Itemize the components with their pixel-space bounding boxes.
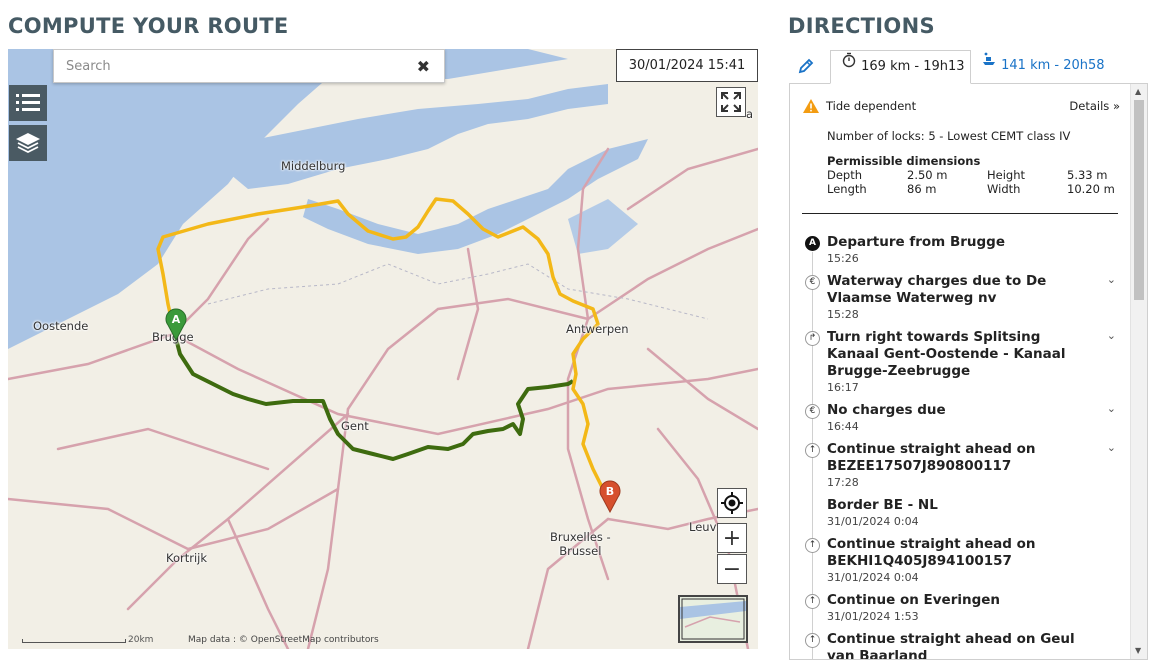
chevron-down-icon[interactable]: ⌄: [1107, 441, 1116, 454]
map-label-middelburg: Middelburg: [281, 159, 346, 173]
turn-right-icon: ↱: [805, 331, 820, 346]
step-time: 15:28: [827, 308, 859, 321]
locate-icon[interactable]: [717, 488, 747, 518]
step-title: Waterway charges due to De Vlaamse Water…: [827, 273, 1047, 306]
dimensions-title: Permissible dimensions: [827, 154, 981, 168]
step-title: Border BE - NL: [827, 497, 938, 513]
details-toggle[interactable]: Details »: [1069, 99, 1120, 113]
map-label-kortrijk: Kortrijk: [166, 551, 208, 565]
step-time: 31/01/2024 0:04: [827, 515, 919, 528]
list-icon[interactable]: [9, 85, 47, 121]
chevron-down-icon[interactable]: ⌄: [1107, 329, 1116, 342]
marker-b[interactable]: B: [598, 479, 622, 514]
marker-a[interactable]: A: [164, 307, 188, 342]
dim-value: 86 m: [907, 182, 937, 196]
map-label-bruxelles: Bruxelles - Brussel: [550, 530, 611, 558]
map-label-edge: a: [746, 107, 754, 121]
step-title: Continue straight ahead on BEZEE17507J89…: [827, 441, 1036, 474]
step-title: Continue straight ahead on Geul van Baar…: [827, 631, 1075, 660]
details-label: Details: [1069, 99, 1110, 113]
step-time: 31/01/2024 0:04: [827, 571, 919, 584]
no-charge-icon: €: [805, 404, 820, 419]
dim-label: Height: [987, 168, 1026, 182]
map-label-leuven: Leuv: [689, 520, 717, 534]
scroll-down-icon[interactable]: ▼: [1135, 646, 1141, 655]
marker-b-label: B: [606, 485, 614, 498]
layers-icon[interactable]: [9, 125, 47, 161]
step-time: 31/01/2024 1:53: [827, 610, 919, 623]
euro-icon: €: [805, 275, 820, 290]
dim-value: 2.50 m: [907, 168, 948, 182]
dim-value: 10.20 m: [1067, 182, 1115, 196]
arrow-up-icon: ↑: [805, 443, 820, 458]
scrollbar[interactable]: ▲ ▼: [1130, 84, 1147, 659]
step-title: Departure from Brugge: [827, 234, 1005, 250]
minimap-icon[interactable]: [678, 595, 748, 643]
search-box: ✖: [53, 49, 445, 83]
step-title: Turn right towards Splitsing Kanaal Gent…: [827, 329, 1066, 379]
step-title: Continue straight ahead on BEKHI1Q405J89…: [827, 536, 1036, 569]
dim-label: Width: [987, 182, 1021, 196]
arrow-up-icon: ↑: [805, 538, 820, 553]
tab-route-141km[interactable]: 141 km - 20h58: [979, 50, 1129, 84]
scale-label: 20km: [128, 635, 154, 645]
dimension-row: Length 86 m Width 10.20 m: [827, 182, 1117, 196]
edit-pencil-icon[interactable]: [797, 57, 817, 77]
tab-route-169km-label: 169 km - 19h13: [861, 59, 965, 74]
directions-tabs: 169 km - 19h13 141 km - 20h58: [789, 49, 1148, 84]
step-title: Continue on Everingen: [827, 592, 1001, 608]
step-time: 17:28: [827, 476, 859, 489]
page-title: COMPUTE YOUR ROUTE: [8, 14, 289, 38]
chevron-double-down-icon: »: [1112, 99, 1120, 113]
step-title: No charges due: [827, 402, 946, 418]
step-time: 16:44: [827, 420, 859, 433]
zoom-in-button[interactable]: +: [717, 523, 747, 553]
directions-panel[interactable]: Tide dependent Details » Number of locks…: [789, 84, 1148, 660]
arrow-up-icon: ↑: [805, 633, 820, 648]
map-label-oostende: Oostende: [33, 319, 89, 333]
step-time: 15:26: [827, 252, 859, 265]
map-attribution: Map data : © OpenStreetMap contributors: [188, 635, 379, 645]
tab-route-169km[interactable]: 169 km - 19h13: [830, 50, 971, 84]
map-label-gent: Gent: [341, 419, 369, 433]
divider: [802, 213, 1118, 214]
boat-icon: [981, 48, 997, 80]
marker-a-label: A: [172, 313, 181, 326]
route-info: Tide dependent Details » Number of locks…: [802, 98, 1120, 196]
dim-label: Length: [827, 182, 867, 196]
scale-bar: [22, 639, 126, 643]
locks-info: Number of locks: 5 - Lowest CEMT class I…: [827, 129, 1071, 143]
arrow-up-icon: ↑: [805, 594, 820, 609]
route-map[interactable]: Middelburg Oostende Brugge Gent Antwerpe…: [8, 49, 758, 649]
dimension-row: Depth 2.50 m Height 5.33 m: [827, 168, 1117, 182]
stopwatch-icon: [841, 49, 857, 81]
map-label-antwerpen: Antwerpen: [566, 322, 629, 336]
warning-icon: [802, 98, 820, 114]
step-time: 16:17: [827, 381, 859, 394]
tide-dependent-label: Tide dependent: [826, 99, 917, 113]
chevron-down-icon[interactable]: ⌄: [1107, 402, 1116, 415]
departure-icon: A: [805, 236, 820, 251]
zoom-out-button[interactable]: −: [717, 554, 747, 584]
map-base: [8, 49, 758, 649]
directions-title: DIRECTIONS: [788, 14, 935, 38]
search-input[interactable]: [54, 50, 394, 82]
fullscreen-icon[interactable]: [716, 87, 746, 117]
dim-label: Depth: [827, 168, 863, 182]
scrollbar-thumb[interactable]: [1134, 100, 1144, 300]
clear-search-icon[interactable]: ✖: [417, 57, 430, 76]
tab-route-141km-label: 141 km - 20h58: [1001, 58, 1105, 73]
chevron-down-icon[interactable]: ⌄: [1107, 273, 1116, 286]
dim-value: 5.33 m: [1067, 168, 1108, 182]
departure-datetime[interactable]: 30/01/2024 15:41: [616, 49, 758, 82]
scroll-up-icon[interactable]: ▲: [1135, 87, 1141, 96]
